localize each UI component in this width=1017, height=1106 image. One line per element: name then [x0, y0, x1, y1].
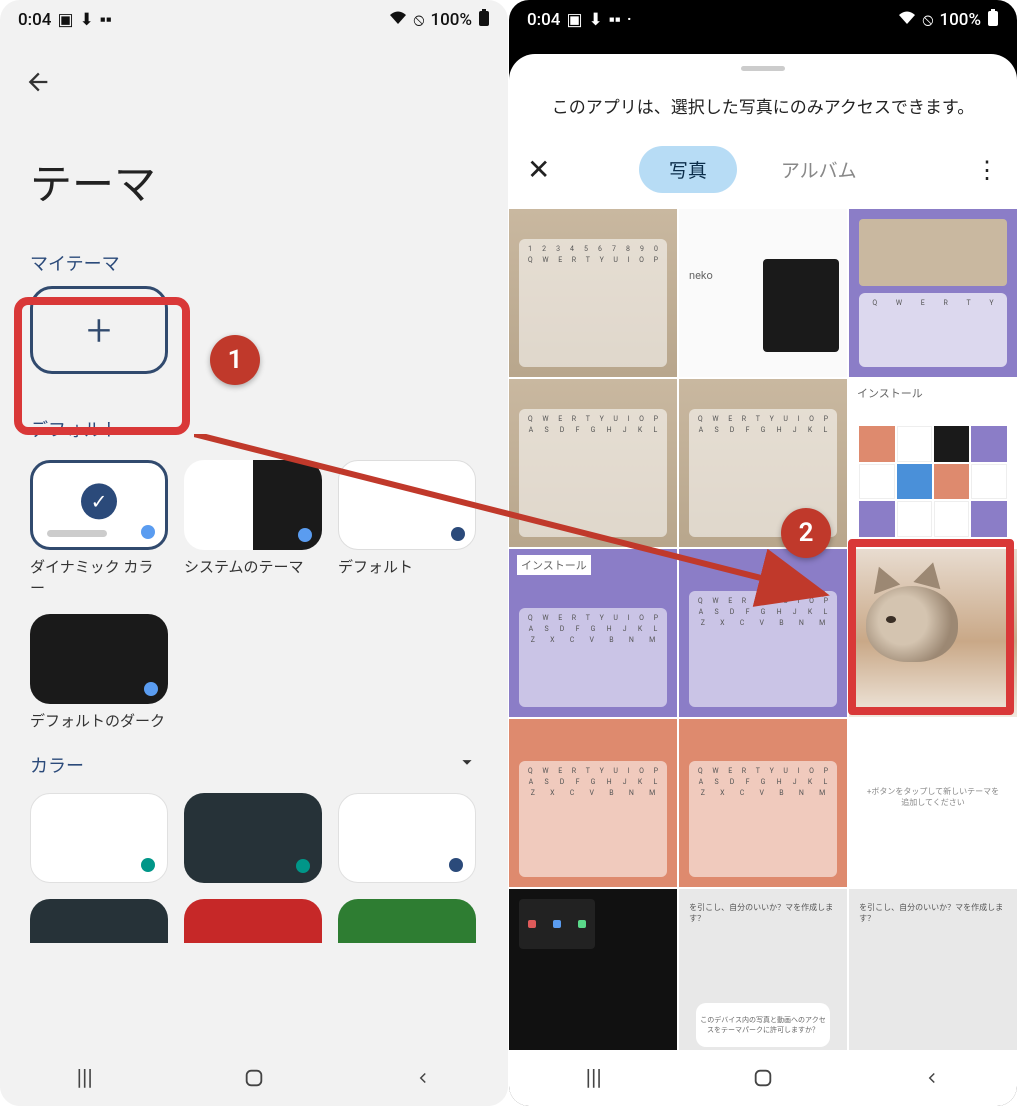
- photo-thumbnail[interactable]: インストール QWERTYUIOPASDFGHJKLZXCVBNM: [509, 549, 677, 717]
- wifi-icon: [389, 10, 407, 30]
- photo-thumbnail[interactable]: を引こし、自分のいいか？マを作成します？ このデバイス内の写真と動画へのアクセス…: [679, 889, 847, 1050]
- color-theme-white-teal[interactable]: [30, 793, 168, 883]
- wifi-icon: [898, 10, 916, 30]
- phone-themes-screen: 0:04 ▣ ⬇ ▪▪ ⦸ 100% テーマ マイテーマ: [0, 0, 508, 1106]
- photo-thumbnail[interactable]: QWERTYUIOPASDFGHJKL: [679, 379, 847, 547]
- block-icon: ⦸: [922, 10, 933, 30]
- theme-label: システムのテーマ: [184, 550, 322, 577]
- install-label: インストール: [517, 555, 591, 575]
- photo-thumbnail[interactable]: QWERTYUIOPASDFGHJKLZXCVBNM: [679, 719, 847, 887]
- battery-icon: [478, 9, 490, 32]
- battery-text: 100%: [430, 10, 472, 30]
- status-image-icon: ▣: [566, 10, 582, 30]
- color-theme-darkslate[interactable]: [184, 793, 322, 883]
- page-title: テーマ: [0, 113, 508, 242]
- photo-thumbnail[interactable]: 1234567890QWERTYUIOP: [509, 209, 677, 377]
- drag-handle[interactable]: [741, 66, 785, 71]
- photo-thumbnail[interactable]: QWERTYUIOPASDFGHJKLZXCVBNM: [679, 549, 847, 717]
- install-label: インストール: [857, 385, 923, 401]
- status-time: 0:04: [527, 10, 560, 30]
- photo-grid: 1234567890QWERTYUIOP neko QWERTY QWERTYU…: [509, 209, 1017, 1050]
- theme-label: デフォルト: [338, 550, 476, 577]
- check-icon: ✓: [81, 483, 117, 519]
- back-arrow-icon[interactable]: [24, 70, 52, 103]
- theme-system[interactable]: [184, 460, 322, 550]
- nav-back-icon[interactable]: [918, 1064, 946, 1092]
- battery-icon: [987, 9, 999, 32]
- status-download-icon: ⬇: [589, 10, 603, 30]
- theme-default-dark[interactable]: [30, 614, 168, 704]
- section-my-themes: マイテーマ: [0, 242, 508, 286]
- neko-label: neko: [689, 269, 713, 282]
- nav-home-icon[interactable]: [749, 1064, 777, 1092]
- section-default: デフォルト: [0, 382, 508, 452]
- more-icon[interactable]: ⋮: [975, 156, 999, 184]
- plus-icon: +: [87, 304, 112, 356]
- color-theme-green[interactable]: [338, 899, 476, 943]
- photo-thumbnail-cat[interactable]: [849, 549, 1017, 717]
- status-widgets-icon: ▪▪: [100, 10, 112, 30]
- tab-photos[interactable]: 写真: [639, 146, 737, 193]
- status-bar: 0:04 ▣ ⬇ ▪▪ ⦸ 100%: [0, 0, 508, 40]
- chevron-down-icon[interactable]: [456, 751, 478, 779]
- phone-photo-picker-screen: 0:04 ▣ ⬇ ▪▪ · ⦸ 100% このアプリは、選択した写真にのみアクセ…: [509, 0, 1017, 1106]
- status-time: 0:04: [18, 10, 51, 30]
- theme-dynamic-color[interactable]: ✓: [30, 460, 168, 550]
- section-color: カラー: [30, 752, 84, 778]
- theme-label: デフォルトのダーク: [30, 704, 168, 731]
- photo-thumbnail[interactable]: QWERTY: [849, 209, 1017, 377]
- nav-home-icon[interactable]: [240, 1064, 268, 1092]
- close-icon[interactable]: ✕: [527, 153, 550, 186]
- status-download-icon: ⬇: [80, 10, 94, 30]
- nav-back-icon[interactable]: [409, 1064, 437, 1092]
- permission-text: このアプリは、選択した写真にのみアクセスできます。: [509, 77, 1017, 140]
- photo-thumbnail[interactable]: QWERTYUIOPASDFGHJKLZXCVBNM: [509, 719, 677, 887]
- nav-recent-icon[interactable]: |||: [71, 1064, 99, 1092]
- tab-albums[interactable]: アルバム: [751, 146, 887, 193]
- color-theme-red[interactable]: [184, 899, 322, 943]
- status-image-icon: ▣: [57, 10, 73, 30]
- photo-thumbnail[interactable]: [509, 889, 677, 1050]
- photo-thumbnail[interactable]: neko: [679, 209, 847, 377]
- photo-thumbnail[interactable]: インストール: [849, 379, 1017, 547]
- photo-thumbnail[interactable]: +ボタンをタップして新しいテーマを追加してください: [849, 719, 1017, 887]
- battery-text: 100%: [939, 10, 981, 30]
- color-theme-partial-1[interactable]: [30, 899, 168, 943]
- block-icon: ⦸: [413, 10, 424, 30]
- theme-default[interactable]: [338, 460, 476, 550]
- theme-label: ダイナミック カラー: [30, 550, 168, 598]
- color-theme-white-blue[interactable]: [338, 793, 476, 883]
- add-theme-button[interactable]: +: [30, 286, 168, 374]
- nav-bar: |||: [0, 1050, 508, 1106]
- photo-thumbnail[interactable]: QWERTYUIOPASDFGHJKL: [509, 379, 677, 547]
- photo-thumbnail[interactable]: を引こし、自分のいいか？マを作成します？: [849, 889, 1017, 1050]
- nav-recent-icon[interactable]: |||: [580, 1064, 608, 1092]
- nav-bar: |||: [509, 1050, 1017, 1106]
- status-bar: 0:04 ▣ ⬇ ▪▪ · ⦸ 100%: [509, 0, 1017, 40]
- status-widgets-icon: ▪▪: [609, 10, 621, 30]
